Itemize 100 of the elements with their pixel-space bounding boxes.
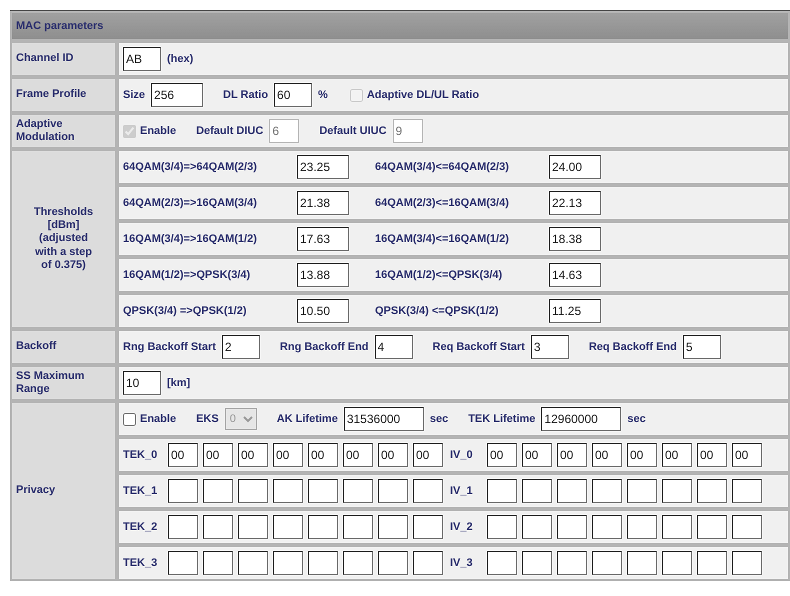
text-field[interactable] <box>557 551 587 575</box>
text-field[interactable] <box>522 551 552 575</box>
text-field[interactable] <box>592 515 622 539</box>
text-field[interactable]: 00 <box>487 443 517 467</box>
text-field[interactable]: 00 <box>627 443 657 467</box>
text-field[interactable]: 22.13 <box>549 191 601 215</box>
text-field[interactable] <box>273 551 303 575</box>
text-field[interactable]: 00 <box>308 443 338 467</box>
text-field[interactable] <box>308 515 338 539</box>
text-field[interactable] <box>627 551 657 575</box>
field-label: AK Lifetime <box>276 412 338 427</box>
row-label: Channel ID <box>10 41 117 77</box>
text-field[interactable]: 14.63 <box>549 263 601 287</box>
text-field[interactable] <box>168 515 198 539</box>
field-label: IV_1 <box>450 484 474 499</box>
text-field[interactable] <box>732 551 762 575</box>
text-field[interactable]: 60 <box>274 83 312 107</box>
text-field[interactable]: 17.63 <box>297 227 349 251</box>
text-field[interactable]: 00 <box>343 443 373 467</box>
text-field[interactable] <box>378 551 408 575</box>
text-field[interactable] <box>557 515 587 539</box>
text-field[interactable]: 2 <box>222 335 260 359</box>
text-field[interactable]: 21.38 <box>297 191 349 215</box>
field-label: TEK_3 <box>123 556 158 571</box>
text-field[interactable] <box>343 551 373 575</box>
text-field[interactable]: 11.25 <box>549 299 601 323</box>
field-label: Rng Backoff End <box>280 340 369 355</box>
text-field[interactable] <box>662 551 692 575</box>
text-field[interactable]: 00 <box>238 443 268 467</box>
text-field[interactable] <box>557 479 587 503</box>
text-field[interactable] <box>378 515 408 539</box>
text-field[interactable]: 24.00 <box>549 155 601 179</box>
text-field[interactable]: 10.50 <box>297 299 349 323</box>
text-field[interactable] <box>378 479 408 503</box>
text-field[interactable] <box>627 479 657 503</box>
text-field[interactable] <box>203 515 233 539</box>
text-field[interactable] <box>522 515 552 539</box>
text-field[interactable] <box>168 551 198 575</box>
text-field[interactable]: 00 <box>168 443 198 467</box>
unit-label: [km] <box>167 376 190 391</box>
text-field[interactable]: 31536000 <box>344 407 424 431</box>
text-field[interactable] <box>273 479 303 503</box>
text-field[interactable] <box>413 515 443 539</box>
text-field[interactable] <box>627 515 657 539</box>
text-field[interactable] <box>592 479 622 503</box>
text-field[interactable]: AB <box>123 47 161 71</box>
text-field[interactable]: 12960000 <box>541 407 622 431</box>
text-field[interactable] <box>697 551 727 575</box>
text-field[interactable] <box>203 551 233 575</box>
text-field[interactable]: 00 <box>378 443 408 467</box>
text-field[interactable]: 4 <box>374 335 413 359</box>
text-field[interactable] <box>308 479 338 503</box>
text-field[interactable]: 00 <box>732 443 762 467</box>
text-field[interactable] <box>203 479 233 503</box>
text-field[interactable] <box>413 551 443 575</box>
text-field[interactable] <box>238 479 268 503</box>
text-field[interactable] <box>487 515 517 539</box>
text-field[interactable]: 256 <box>151 83 204 107</box>
field-label: Req Backoff Start <box>432 340 525 355</box>
text-field[interactable] <box>487 479 517 503</box>
field-label: Rng Backoff Start <box>123 340 216 355</box>
field-label: QPSK(3/4) =>QPSK(1/2) <box>123 304 248 319</box>
text-field[interactable] <box>697 479 727 503</box>
text-field[interactable] <box>343 479 373 503</box>
text-field[interactable] <box>662 479 692 503</box>
unit-label: sec <box>627 412 646 427</box>
checkbox[interactable] <box>123 412 136 426</box>
text-field[interactable]: 18.38 <box>549 227 601 251</box>
text-field[interactable]: 23.25 <box>297 155 349 179</box>
text-field[interactable] <box>168 479 198 503</box>
text-field[interactable]: 00 <box>557 443 587 467</box>
text-field[interactable] <box>487 551 517 575</box>
text-field[interactable]: 00 <box>522 443 552 467</box>
field-label: 64QAM(3/4)=>64QAM(2/3) <box>123 160 258 175</box>
text-field[interactable] <box>308 551 338 575</box>
text-field[interactable] <box>522 479 552 503</box>
text-field[interactable] <box>697 515 727 539</box>
text-field[interactable] <box>343 515 373 539</box>
text-field[interactable]: 00 <box>273 443 303 467</box>
text-field[interactable]: 00 <box>697 443 727 467</box>
text-field[interactable] <box>732 515 762 539</box>
text-field[interactable] <box>592 551 622 575</box>
text-field[interactable]: 5 <box>682 335 721 359</box>
text-field[interactable] <box>238 515 268 539</box>
field-label: Default UIUC <box>319 124 387 139</box>
text-field[interactable] <box>273 515 303 539</box>
text-field[interactable]: 13.88 <box>297 263 349 287</box>
field-label: Default DIUC <box>196 124 264 139</box>
text-field[interactable]: 00 <box>662 443 692 467</box>
text-field[interactable] <box>238 551 268 575</box>
text-field[interactable]: 3 <box>530 335 569 359</box>
text-field[interactable]: 00 <box>203 443 233 467</box>
text-field[interactable] <box>662 515 692 539</box>
text-field[interactable]: 10 <box>123 371 161 395</box>
text-field[interactable] <box>732 479 762 503</box>
field-label: 16QAM(1/2)<=QPSK(3/4) <box>375 268 504 283</box>
text-field[interactable]: 00 <box>413 443 443 467</box>
text-field[interactable] <box>413 479 443 503</box>
row-label: Adaptive Modulation <box>10 113 117 149</box>
text-field[interactable]: 00 <box>592 443 622 467</box>
